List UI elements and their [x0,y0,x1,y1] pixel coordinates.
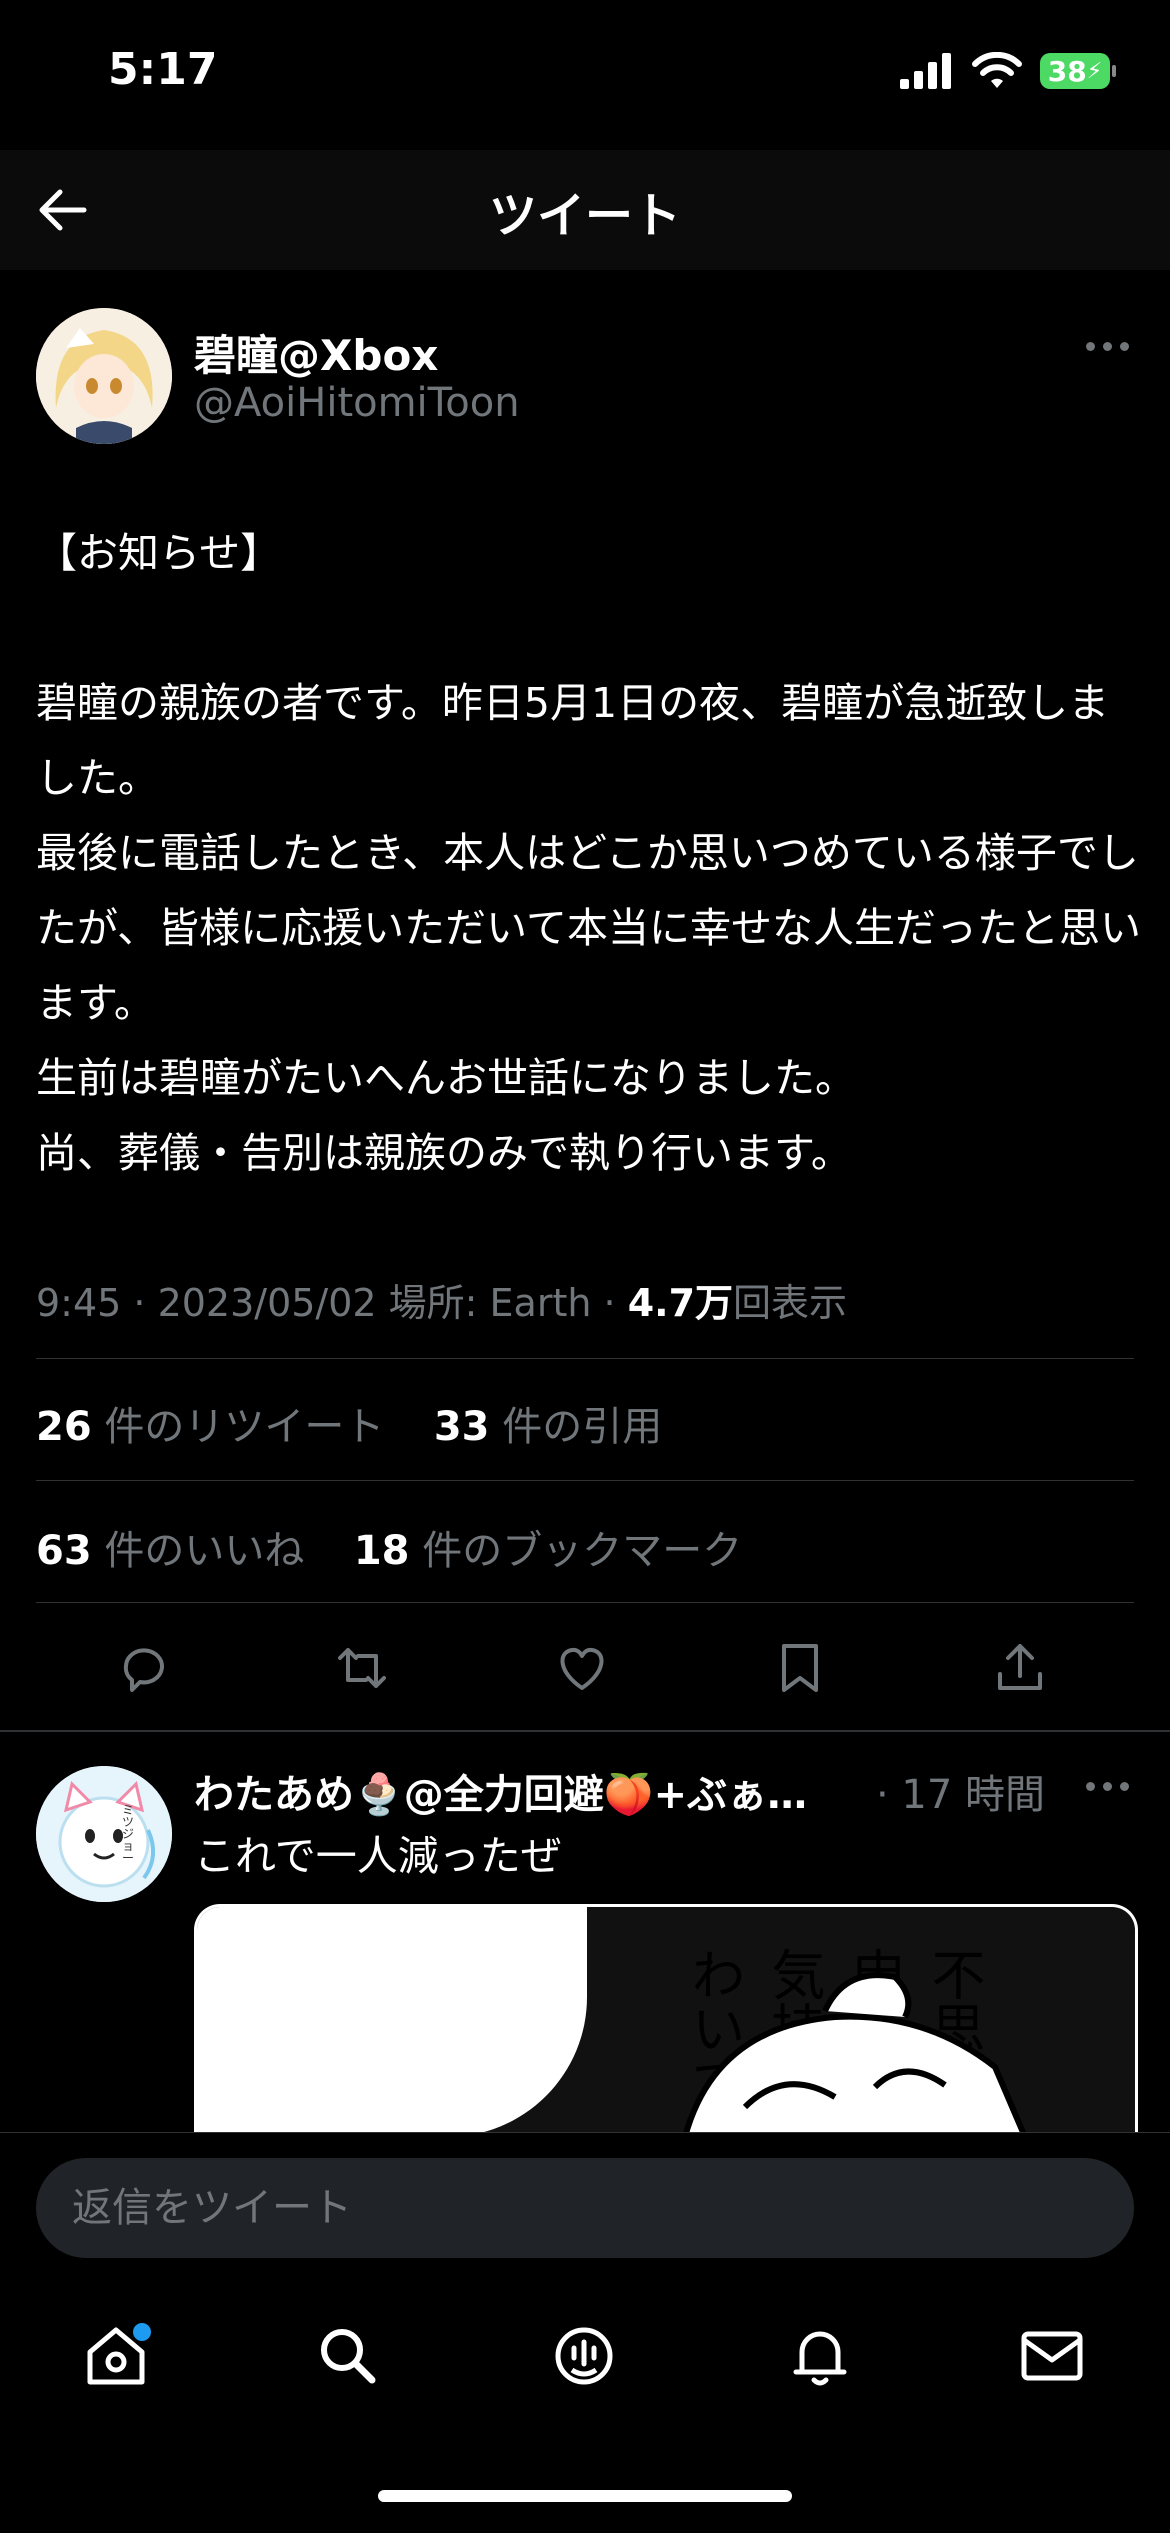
tweet-meta: 9:45 · 2023/05/02 場所: Earth · 4.7万回表示 [36,1272,847,1327]
quotes-label: 件の引用 [502,1404,663,1450]
divider [36,1480,1134,1481]
retweet-icon[interactable] [330,1636,394,1700]
retweet-quote-stats: 26 件のリツイート 33 件の引用 [36,1394,662,1452]
status-icons: 38 ⚡ [900,52,1116,90]
likes-count: 63 [36,1528,92,1574]
reply-timestamp: · 17 時間 [876,1772,1046,1818]
manga-character-drawing [681,1972,1029,2137]
reply-icon[interactable] [112,1636,176,1700]
author-name[interactable]: 碧瞳@Xbox [194,322,438,383]
author-avatar[interactable] [36,308,172,444]
home-indicator [378,2490,792,2502]
messages-mail-icon[interactable] [1016,2320,1088,2392]
retweets-count: 26 [36,1404,92,1450]
likes-label: 件のいいね [104,1528,305,1574]
bookmarks-count: 18 [353,1528,410,1574]
signal-icon [900,53,951,89]
wifi-icon [972,52,1022,88]
tweet-timestamp-location: 9:45 · 2023/05/02 場所: Earth · [36,1281,628,1325]
search-icon[interactable] [312,2320,384,2392]
share-icon[interactable] [988,1636,1052,1700]
reply-more-options-icon[interactable] [1086,1782,1130,1794]
author-handle[interactable]: @AoiHitomiToon [194,380,520,426]
views-count: 4.7万 [627,1281,734,1325]
avatar-text: ミツジョー [122,1803,135,1865]
status-time: 5:17 [108,44,218,95]
quotes-count: 33 [433,1404,490,1450]
battery-indicator: 38 ⚡ [1040,53,1116,89]
like-bookmark-stats: 63 件のいいね 18 件のブックマーク [36,1518,742,1576]
reply-author-avatar[interactable]: ミツジョー [36,1766,172,1902]
bookmarks-stat[interactable]: 18 件のブックマーク [354,1528,742,1574]
reply-input[interactable]: 返信をツイート [36,2158,1134,2258]
tweet-text: 【お知らせ】 碧瞳の親族の者です。昨日5月1日の夜、碧瞳が急逝致しました。 最後… [36,529,1141,1177]
like-heart-icon[interactable] [550,1636,614,1700]
battery-level: 38 [1047,54,1087,88]
views-label: 回表示 [733,1281,848,1325]
home-icon[interactable] [80,2320,152,2392]
notifications-bell-icon[interactable] [784,2320,856,2392]
reply-text: これで一人減ったぜ [194,1832,562,1880]
reply-author-name[interactable]: わたあめ🍨@全力回避🍑+ぶぁ… [194,1762,807,1820]
likes-stat[interactable]: 63 件のいいね [36,1528,304,1574]
section-divider [0,1730,1170,1732]
reply-attached-image[interactable]: 不思議 申し訳 気持ち わいて [194,1904,1138,2137]
charging-icon: ⚡ [1086,58,1103,84]
quotes-stat[interactable]: 33 件の引用 [434,1404,662,1450]
spaces-icon[interactable] [548,2320,620,2392]
divider [36,1358,1134,1359]
bookmarks-label: 件のブックマーク [422,1528,743,1574]
retweets-label: 件のリツイート [104,1404,385,1450]
bookmark-icon[interactable] [768,1636,832,1700]
page-title: ツイート [488,188,681,244]
divider [36,1602,1134,1603]
more-options-icon[interactable] [1086,342,1130,354]
retweets-stat[interactable]: 26 件のリツイート [36,1404,384,1450]
